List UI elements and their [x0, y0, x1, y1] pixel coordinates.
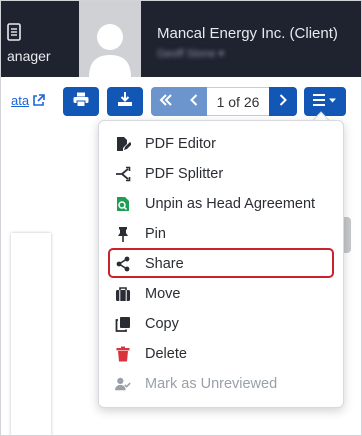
unpin-doc-icon — [115, 196, 131, 212]
client-user[interactable]: Geoff Stone ▾ — [157, 47, 224, 60]
briefcase-icon — [115, 286, 131, 302]
page-indicator: 1 of 26 — [207, 87, 269, 116]
menu-item-label: Copy — [145, 316, 179, 332]
client-name[interactable]: Mancal Energy Inc. (Client) — [157, 25, 338, 42]
pin-icon — [115, 226, 131, 242]
double-chevron-left-icon — [159, 93, 173, 111]
menu-item-pin[interactable]: Pin — [99, 219, 345, 249]
chevron-left-icon — [190, 93, 198, 111]
user-check-icon — [115, 376, 131, 392]
trash-icon — [115, 346, 131, 362]
menu-item-mark-unreviewed[interactable]: Mark as Unreviewed — [99, 369, 345, 399]
menu-item-delete[interactable]: Delete — [99, 339, 345, 369]
menu-item-label: PDF Editor — [145, 136, 216, 152]
split-icon — [115, 166, 131, 182]
external-data-link[interactable]: ata — [11, 93, 45, 110]
menu-item-label: PDF Splitter — [145, 166, 224, 182]
menu-item-label: Delete — [145, 346, 187, 362]
pdf-edit-icon — [115, 136, 131, 152]
link-label: ata — [11, 93, 30, 108]
prev-page-button[interactable] — [181, 87, 207, 116]
menu-item-pdf-editor[interactable]: PDF Editor — [99, 129, 345, 159]
menu-item-label: Unpin as Head Agreement — [145, 196, 316, 212]
nav-item-manager[interactable]: anager — [1, 1, 79, 77]
document-panel — [11, 233, 51, 435]
avatar[interactable] — [79, 1, 141, 77]
menu-item-unpin-head-agreement[interactable]: Unpin as Head Agreement — [99, 189, 345, 219]
document-manager-icon — [7, 23, 21, 46]
menu-item-label: Mark as Unreviewed — [145, 376, 278, 392]
menu-item-label: Move — [145, 286, 181, 302]
copy-icon — [115, 316, 131, 332]
top-header: anager Mancal Energy Inc. (Client) Geoff… — [1, 1, 361, 77]
first-page-button[interactable] — [151, 87, 181, 116]
share-highlight-box — [108, 248, 334, 278]
next-page-button[interactable] — [269, 87, 297, 116]
external-link-icon — [32, 94, 45, 110]
menu-item-pdf-splitter[interactable]: PDF Splitter — [99, 159, 345, 189]
nav-label: anager — [7, 48, 51, 64]
download-button[interactable] — [107, 87, 143, 116]
app-frame: anager Mancal Energy Inc. (Client) Geoff… — [0, 0, 362, 436]
print-button[interactable] — [63, 87, 99, 116]
menu-item-label: Pin — [145, 226, 166, 242]
print-icon — [73, 92, 89, 112]
actions-menu-button[interactable] — [304, 87, 346, 116]
menu-item-move[interactable]: Move — [99, 279, 345, 309]
menu-item-copy[interactable]: Copy — [99, 309, 345, 339]
hamburger-icon — [313, 93, 337, 111]
download-icon — [117, 91, 133, 112]
chevron-right-icon — [279, 93, 287, 111]
